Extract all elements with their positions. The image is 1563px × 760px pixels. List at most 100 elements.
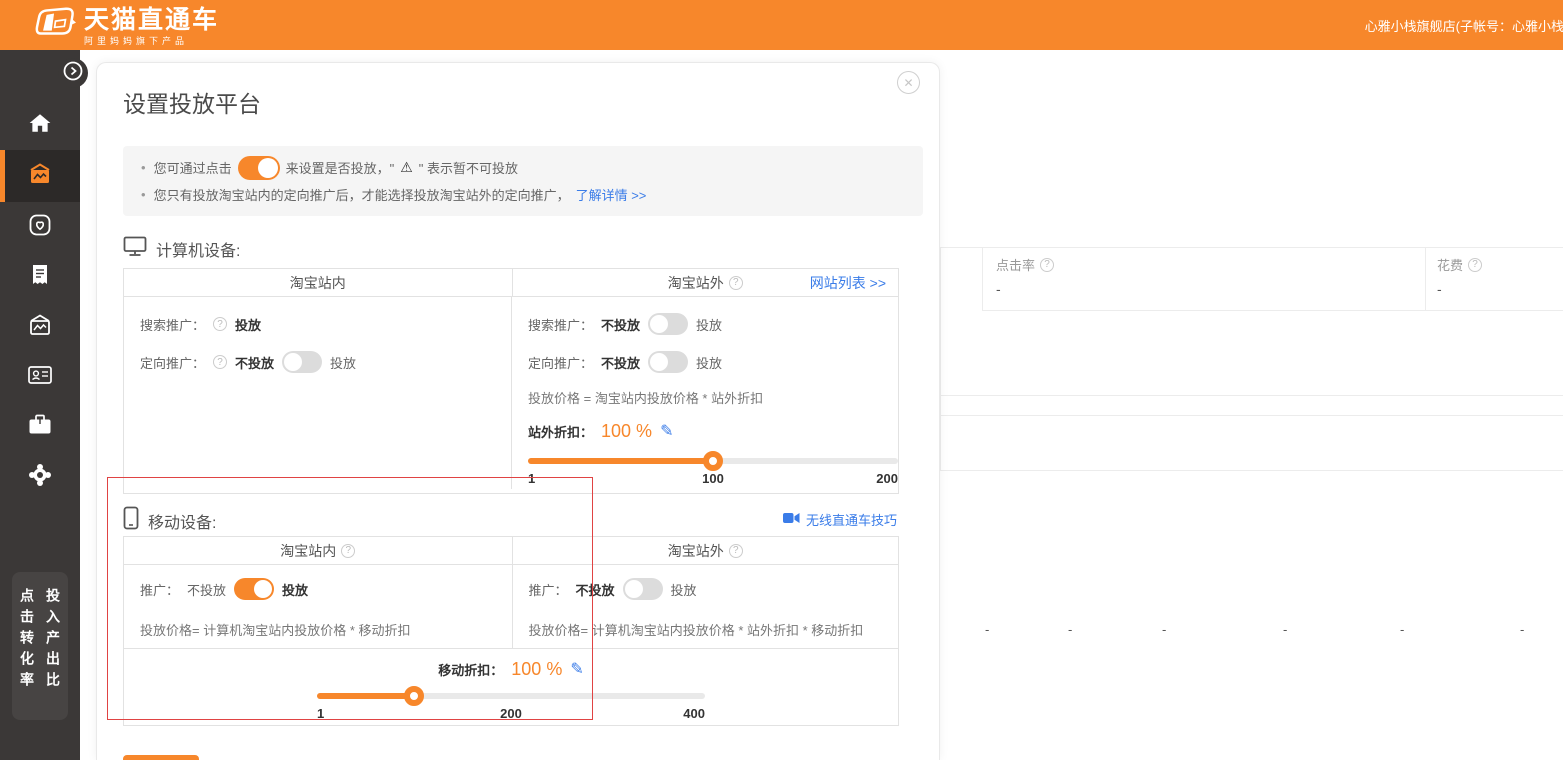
- sidebar-item-campaign-active[interactable]: [0, 150, 80, 202]
- help-icon[interactable]: [341, 544, 355, 558]
- app-logo[interactable]: 天猫直通车 阿里妈妈旗下产品: [34, 5, 219, 48]
- modal-info-box: 您可通过点击 来设置是否投放，" " 表示暂不可投放 您只有投放淘宝站内的定向推…: [123, 146, 923, 216]
- mobile-section-title: 移动设备:: [148, 509, 216, 533]
- offsite-discount-slider[interactable]: [528, 451, 898, 471]
- confirm-button[interactable]: [123, 755, 199, 760]
- mobile-out-promo-toggle[interactable]: [623, 578, 663, 600]
- page: 天猫直通车 阿里妈妈旗下产品 心雅小栈旗舰店(子帐号：心雅小栈旗: [0, 0, 1563, 760]
- computer-out-column: 搜索推广： 不投放 投放 定向推广： 不投放 投放 投放价格 = 淘宝站内投放价…: [512, 297, 898, 489]
- computer-out-target-row: 定向推广： 不投放 投放: [512, 343, 898, 381]
- edit-icon[interactable]: [570, 659, 583, 679]
- left-sidebar: 点击转化率 投入产出比: [0, 50, 80, 760]
- mobile-settings-table: 淘宝站内 淘宝站外 推广： 不投放 投放 投放价格= 计算机淘宝站内投放价: [123, 536, 899, 726]
- bg-divider-2: [940, 415, 1563, 416]
- sidebar-item-home[interactable]: [0, 100, 80, 150]
- help-icon[interactable]: [213, 355, 227, 369]
- toggle-knob: [650, 315, 668, 333]
- computer-col-out-header: 淘宝站外 网站列表 >>: [513, 269, 899, 296]
- mobile-slider-labels: 1 200 400: [317, 706, 705, 724]
- sidebar-metrics-panel[interactable]: 点击转化率 投入产出比: [12, 572, 68, 720]
- slider-handle[interactable]: [703, 451, 723, 471]
- wireless-tips-label: 无线直通车技巧: [806, 510, 897, 529]
- on-label: 投放: [671, 580, 697, 599]
- account-name[interactable]: 心雅小栈旗舰店(子帐号：心雅小栈旗: [1365, 16, 1563, 35]
- metric-roi: 投入产出比: [43, 588, 63, 720]
- computer-out-target-toggle[interactable]: [648, 351, 688, 373]
- top-header: 天猫直通车 阿里妈妈旗下产品 心雅小栈旗舰店(子帐号：心雅小栈旗: [0, 0, 1563, 50]
- sidebar-item-report[interactable]: [0, 252, 80, 302]
- briefcase-icon: [27, 413, 53, 442]
- help-icon[interactable]: [1468, 258, 1482, 272]
- logo-text: 天猫直通车 阿里妈妈旗下产品: [84, 7, 219, 47]
- sidebar-item-account[interactable]: [0, 352, 80, 402]
- bg-table-vborder-1: [982, 247, 983, 310]
- on-label: 投放: [696, 353, 722, 372]
- chevron-right-circle-icon: [62, 60, 84, 87]
- mobile-out-formula: 投放价格= 计算机淘宝站内投放价格 * 站外折扣 * 移动折扣: [513, 611, 899, 647]
- help-icon[interactable]: [729, 544, 743, 558]
- help-icon[interactable]: [213, 317, 227, 331]
- bg-upper-col2-value: -: [1437, 281, 1442, 297]
- mobile-table-body: 推广： 不投放 投放 投放价格= 计算机淘宝站内投放价格 * 移动折扣 推广： …: [124, 565, 898, 649]
- offsite-discount-row: 站外折扣： 100 %: [512, 413, 898, 449]
- metric-click-conversion: 点击转化率: [17, 588, 37, 720]
- sidebar-item-toolbox[interactable]: [0, 402, 80, 452]
- note1-mid: 来设置是否投放，": [286, 158, 395, 177]
- slider-mid-label: 200: [500, 706, 522, 721]
- bg-left-vborder: [940, 247, 941, 470]
- sidebar-item-favorites[interactable]: [0, 202, 80, 252]
- wireless-tips-link[interactable]: 无线直通车技巧: [783, 510, 897, 529]
- computer-in-target-toggle[interactable]: [282, 351, 322, 373]
- info-row-1: 您可通过点击 来设置是否投放，" " 表示暂不可投放: [141, 154, 905, 181]
- offsite-price-formula: 投放价格 = 淘宝站内投放价格 * 站外折扣: [512, 381, 898, 413]
- bg-upper-col2: 花费: [1437, 255, 1482, 274]
- service-gear-icon: [27, 462, 53, 493]
- help-icon[interactable]: [1040, 258, 1054, 272]
- bg-table-border-top: [940, 247, 1563, 248]
- on-label: 投放: [330, 353, 356, 372]
- toggle-knob: [650, 353, 668, 371]
- offsite-discount-value: 100 %: [601, 421, 652, 442]
- on-label: 投放: [282, 580, 308, 599]
- slider-handle[interactable]: [404, 686, 424, 706]
- col-out-label: 淘宝站外: [668, 273, 724, 293]
- campaign-icon: [27, 162, 53, 191]
- computer-out-search-toggle[interactable]: [648, 313, 688, 335]
- help-icon[interactable]: [729, 276, 743, 290]
- search-promo-label: 搜索推广：: [528, 315, 593, 334]
- mobile-in-promo-toggle[interactable]: [234, 578, 274, 600]
- cell-value: -: [1283, 622, 1287, 637]
- learn-more-link[interactable]: 了解详情 >>: [576, 185, 647, 204]
- edit-icon[interactable]: [660, 421, 673, 441]
- off-label: 不投放: [576, 580, 615, 599]
- cell-value: -: [1068, 622, 1072, 637]
- computer-table-body: 搜索推广： 投放 定向推广： 不投放 投放 搜索推广：: [124, 297, 898, 489]
- mobile-out-column: 推广： 不投放 投放 投放价格= 计算机淘宝站内投放价格 * 站外折扣 * 移动…: [513, 565, 899, 648]
- offsite-discount-label: 站外折扣：: [528, 422, 593, 441]
- computer-col-in-header: 淘宝站内: [124, 269, 513, 296]
- receipt-icon: [29, 263, 51, 292]
- promo-label: 推广：: [140, 580, 179, 599]
- site-list-link[interactable]: 网站列表 >>: [810, 273, 886, 293]
- mobile-discount-slider[interactable]: [317, 686, 705, 706]
- slider-max-label: 400: [683, 706, 705, 721]
- sidebar-item-creative[interactable]: [0, 302, 80, 352]
- logo-title: 天猫直通车: [84, 7, 219, 33]
- cell-value: -: [1162, 622, 1166, 637]
- toggle-knob: [254, 580, 272, 598]
- slider-fill: [317, 693, 414, 699]
- col-in-label: 淘宝站内: [290, 273, 346, 293]
- mobile-discount-section: 移动折扣： 100 % 1 200 400: [124, 649, 898, 724]
- sidebar-expand-button[interactable]: [58, 58, 88, 88]
- sidebar-item-service[interactable]: [0, 452, 80, 502]
- slider-mid-label: 100: [702, 471, 724, 486]
- on-label: 投放: [696, 315, 722, 334]
- search-promo-label: 搜索推广：: [140, 315, 205, 334]
- search-promo-status: 投放: [235, 315, 261, 334]
- off-label: 不投放: [601, 315, 640, 334]
- bg-upper-col1: 点击率: [996, 255, 1054, 274]
- close-icon[interactable]: [897, 71, 920, 94]
- mobile-discount-label: 移动折扣：: [438, 660, 503, 679]
- cell-value: -: [1520, 622, 1524, 637]
- logo-subtitle: 阿里妈妈旗下产品: [84, 34, 219, 47]
